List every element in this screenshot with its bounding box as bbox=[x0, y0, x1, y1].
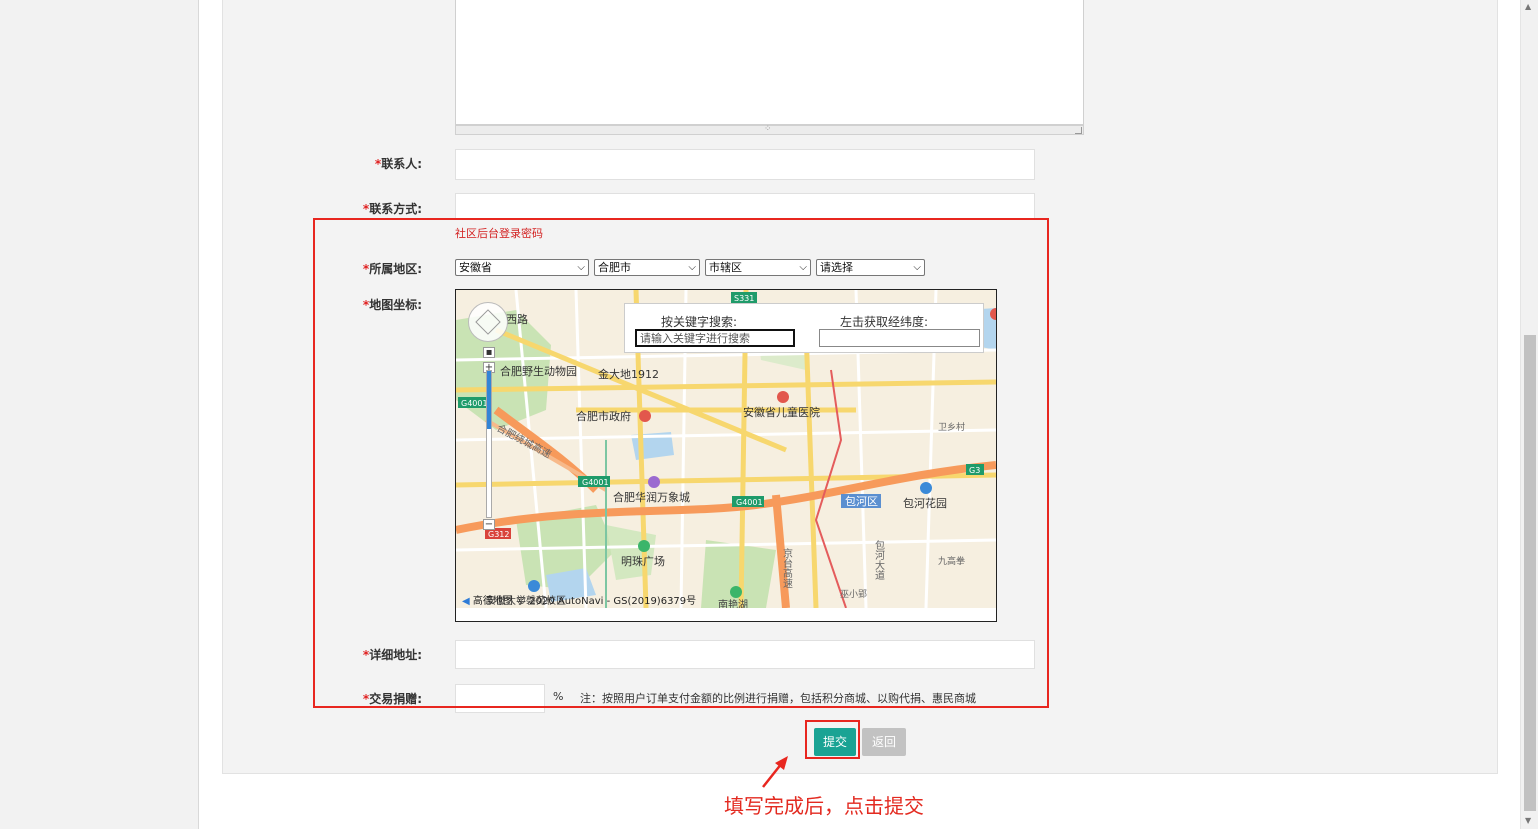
page: ⁘ *联系人: *联系方式: 社区后台登录密码 *所属地区: 安徽省 ⌵ 合肥市 ⌵… bbox=[0, 0, 1538, 829]
contact-person-input[interactable] bbox=[455, 149, 1035, 180]
resize-grip-icon: ⁘ bbox=[764, 124, 772, 134]
highlight-frame-submit bbox=[805, 720, 860, 759]
highlight-frame-form bbox=[313, 218, 1049, 708]
scroll-down-icon[interactable]: ▼ bbox=[1525, 816, 1531, 825]
vertical-scrollbar[interactable]: ▲ ▼ bbox=[1520, 0, 1538, 829]
back-button[interactable]: 返回 bbox=[862, 728, 906, 756]
editor-resize-bar[interactable]: ⁘ bbox=[455, 124, 1084, 135]
contact-info-input[interactable] bbox=[455, 193, 1035, 219]
scroll-thumb[interactable] bbox=[1524, 335, 1536, 811]
contact-person-label: *联系人: bbox=[374, 157, 422, 171]
callout-arrow-icon bbox=[762, 756, 788, 788]
resize-corner-icon[interactable] bbox=[1075, 127, 1082, 134]
description-editor[interactable] bbox=[455, 0, 1084, 125]
contact-info-label: *联系方式: bbox=[362, 202, 422, 216]
scroll-up-icon[interactable]: ▲ bbox=[1525, 2, 1531, 11]
callout-instruction: 填写完成后，点击提交 bbox=[724, 794, 924, 818]
